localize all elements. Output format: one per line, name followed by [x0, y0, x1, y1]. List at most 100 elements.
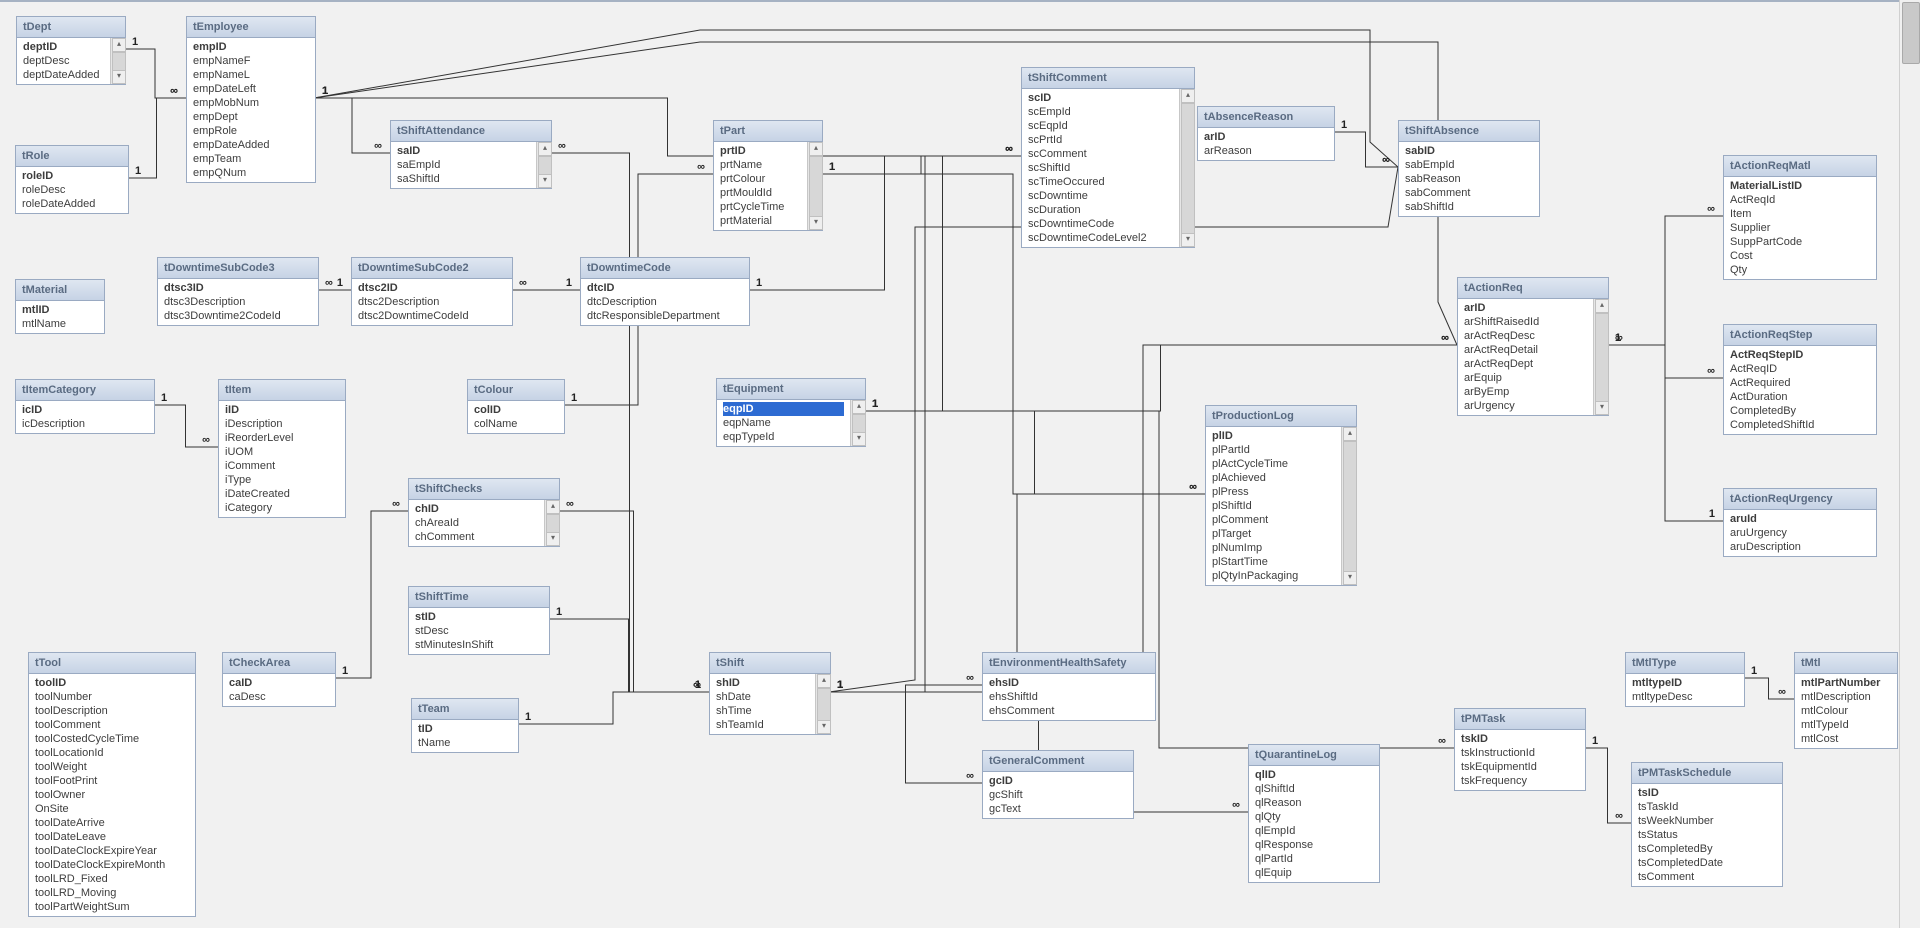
field-list[interactable]: mtltypeIDmtltypeDesc	[1626, 674, 1744, 706]
table-tShift[interactable]: tShiftshIDshDateshTimeshTeamId▴▾	[709, 652, 831, 735]
table-tPMTaskSchedule[interactable]: tPMTaskScheduletsIDtsTaskIdtsWeekNumbert…	[1631, 762, 1783, 887]
field-list[interactable]: eqpIDeqpNameeqpTypeId	[717, 400, 850, 446]
field-list[interactable]: deptIDdeptDescdeptDateAdded	[17, 38, 110, 84]
field-list[interactable]: shIDshDateshTimeshTeamId	[710, 674, 815, 734]
field-mtlID[interactable]: mtlID	[22, 303, 98, 317]
field-scPrtId[interactable]: scPrtId	[1028, 133, 1173, 147]
field-ActReqID[interactable]: ActReqID	[1730, 362, 1870, 376]
table-header[interactable]: tDept	[17, 17, 125, 38]
scroll-up-icon[interactable]: ▴	[1595, 299, 1609, 313]
field-mtlTypeId[interactable]: mtlTypeId	[1801, 718, 1891, 732]
field-list[interactable]: roleIDroleDescroleDateAdded	[16, 167, 128, 213]
listbox-scrollbar[interactable]: ▴▾	[815, 674, 830, 734]
field-tName[interactable]: tName	[418, 736, 512, 750]
field-iReorderLevel[interactable]: iReorderLevel	[225, 431, 339, 445]
field-iComment[interactable]: iComment	[225, 459, 339, 473]
table-header[interactable]: tQuarantineLog	[1249, 745, 1379, 766]
field-prtColour[interactable]: prtColour	[720, 172, 801, 186]
field-plID[interactable]: plID	[1212, 429, 1335, 443]
field-sabEmpId[interactable]: sabEmpId	[1405, 158, 1533, 172]
listbox-scrollbar[interactable]: ▴▾	[1341, 427, 1356, 585]
vertical-scrollbar-thumb[interactable]	[1902, 2, 1920, 64]
field-scEqpId[interactable]: scEqpId	[1028, 119, 1173, 133]
field-toolNumber[interactable]: toolNumber	[35, 690, 189, 704]
field-tskID[interactable]: tskID	[1461, 732, 1579, 746]
field-tsID[interactable]: tsID	[1638, 786, 1776, 800]
field-qlPartId[interactable]: qlPartId	[1255, 852, 1373, 866]
table-tShiftAttendance[interactable]: tShiftAttendancesaIDsaEmpIdsaShiftId▴▾	[390, 120, 552, 189]
scroll-up-icon[interactable]: ▴	[809, 142, 823, 156]
table-header[interactable]: tShift	[710, 653, 830, 674]
field-toolDateClockExpireYear[interactable]: toolDateClockExpireYear	[35, 844, 189, 858]
field-qlResponse[interactable]: qlResponse	[1255, 838, 1373, 852]
scroll-down-icon[interactable]: ▾	[852, 432, 866, 446]
field-sabID[interactable]: sabID	[1405, 144, 1533, 158]
field-scID[interactable]: scID	[1028, 91, 1173, 105]
table-tProductionLog[interactable]: tProductionLogplIDplPartIdplActCycleTime…	[1205, 405, 1357, 586]
scroll-down-icon[interactable]: ▾	[809, 216, 823, 230]
field-shID[interactable]: shID	[716, 676, 809, 690]
field-list[interactable]: dtsc2IDdtsc2Descriptiondtsc2DowntimeCode…	[352, 279, 512, 325]
field-gcShift[interactable]: gcShift	[989, 788, 1127, 802]
field-qlReason[interactable]: qlReason	[1255, 796, 1373, 810]
field-icID[interactable]: icID	[22, 403, 148, 417]
table-tPart[interactable]: tPartprtIDprtNameprtColourprtMouldIdprtC…	[713, 120, 823, 231]
field-list[interactable]: scIDscEmpIdscEqpIdscPrtIdscCommentscShif…	[1022, 89, 1179, 247]
field-toolID[interactable]: toolID	[35, 676, 189, 690]
field-arEquip[interactable]: arEquip	[1464, 371, 1587, 385]
field-scTimeOccured[interactable]: scTimeOccured	[1028, 175, 1173, 189]
scroll-thumb[interactable]	[1595, 313, 1609, 403]
scroll-up-icon[interactable]: ▴	[1343, 427, 1357, 441]
field-empDateAdded[interactable]: empDateAdded	[193, 138, 309, 152]
table-tActionReq[interactable]: tActionReqarIDarShiftRaisedIdarActReqDes…	[1457, 277, 1609, 416]
field-plShiftId[interactable]: plShiftId	[1212, 499, 1335, 513]
field-sabShiftId[interactable]: sabShiftId	[1405, 200, 1533, 214]
field-empID[interactable]: empID	[193, 40, 309, 54]
table-tEmployee[interactable]: tEmployeeempIDempNameFempNameLempDateLef…	[186, 16, 316, 183]
field-empMobNum[interactable]: empMobNum	[193, 96, 309, 110]
field-tskEquipmentId[interactable]: tskEquipmentId	[1461, 760, 1579, 774]
field-arShiftRaisedId[interactable]: arShiftRaisedId	[1464, 315, 1587, 329]
table-header[interactable]: tItem	[219, 380, 345, 401]
field-scDowntimeCode[interactable]: scDowntimeCode	[1028, 217, 1173, 231]
field-plAchieved[interactable]: plAchieved	[1212, 471, 1335, 485]
table-tCheckArea[interactable]: tCheckAreacaIDcaDesc	[222, 652, 336, 707]
field-list[interactable]: mtlIDmtlName	[16, 301, 104, 333]
field-prtMaterial[interactable]: prtMaterial	[720, 214, 801, 228]
field-deptDateAdded[interactable]: deptDateAdded	[23, 68, 104, 82]
field-toolFootPrint[interactable]: toolFootPrint	[35, 774, 189, 788]
field-dtcID[interactable]: dtcID	[587, 281, 743, 295]
field-ActReqStepID[interactable]: ActReqStepID	[1730, 348, 1870, 362]
table-header[interactable]: tDowntimeSubCode3	[158, 258, 318, 279]
listbox-scrollbar[interactable]: ▴▾	[544, 500, 559, 546]
field-deptID[interactable]: deptID	[23, 40, 104, 54]
field-qlQty[interactable]: qlQty	[1255, 810, 1373, 824]
table-tShiftChecks[interactable]: tShiftCheckschIDchAreaIdchComment▴▾	[408, 478, 560, 547]
table-tEnvironmentHealthSafety[interactable]: tEnvironmentHealthSafetyehsIDehsShiftIde…	[982, 652, 1156, 721]
scroll-up-icon[interactable]: ▴	[1181, 89, 1195, 103]
field-list[interactable]: icIDicDescription	[16, 401, 154, 433]
table-header[interactable]: tPMTask	[1455, 709, 1585, 730]
table-header[interactable]: tShiftTime	[409, 587, 549, 608]
table-tMtl[interactable]: tMtlmtlPartNumbermtlDescriptionmtlColour…	[1794, 652, 1898, 749]
table-header[interactable]: tShiftAttendance	[391, 121, 551, 142]
field-roleDesc[interactable]: roleDesc	[22, 183, 122, 197]
diagram-canvas[interactable]: 1∞1∞1∞1∞1∞1∞1∞1∞1∞1∞1∞1∞1∞1∞1∞1∞1∞1∞1∞1∞…	[0, 0, 1900, 928]
table-header[interactable]: tItemCategory	[16, 380, 154, 401]
listbox-scrollbar[interactable]: ▴▾	[850, 400, 865, 446]
scroll-up-icon[interactable]: ▴	[852, 400, 866, 414]
table-header[interactable]: tMtlType	[1626, 653, 1744, 674]
table-tShiftTime[interactable]: tShiftTimestIDstDescstMinutesInShift	[408, 586, 550, 655]
field-list[interactable]: iIDiDescriptioniReorderLeveliUOMiComment…	[219, 401, 345, 517]
field-roleID[interactable]: roleID	[22, 169, 122, 183]
field-toolDateArrive[interactable]: toolDateArrive	[35, 816, 189, 830]
table-tItem[interactable]: tItemiIDiDescriptioniReorderLeveliUOMiCo…	[218, 379, 346, 518]
field-tskFrequency[interactable]: tskFrequency	[1461, 774, 1579, 788]
table-tDowntimeCode[interactable]: tDowntimeCodedtcIDdtcDescriptiondtcRespo…	[580, 257, 750, 326]
field-arReason[interactable]: arReason	[1204, 144, 1328, 158]
scroll-down-icon[interactable]: ▾	[538, 174, 552, 188]
field-CompletedBy[interactable]: CompletedBy	[1730, 404, 1870, 418]
field-list[interactable]: prtIDprtNameprtColourprtMouldIdprtCycleT…	[714, 142, 807, 230]
scroll-up-icon[interactable]: ▴	[538, 142, 552, 156]
table-header[interactable]: tRole	[16, 146, 128, 167]
